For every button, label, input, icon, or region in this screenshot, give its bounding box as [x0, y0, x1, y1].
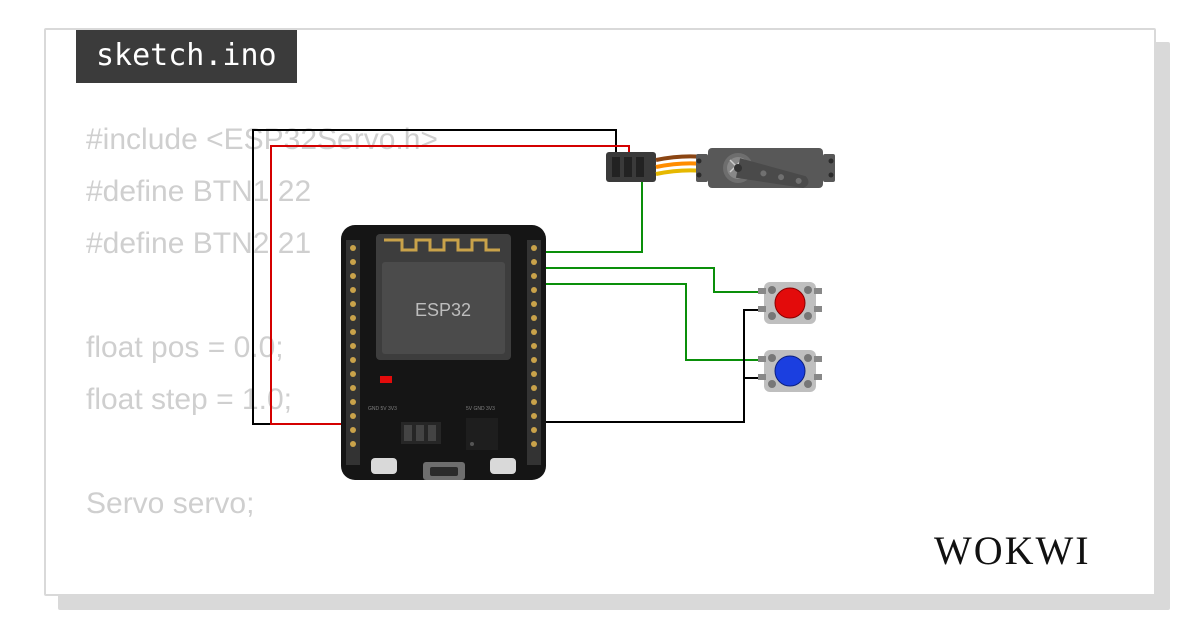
wokwi-logo: WOKWI: [934, 526, 1124, 576]
servo-connector: [606, 152, 711, 182]
pins-right: [531, 245, 537, 447]
preview-card: sketch.ino #include <ESP32Servo.h> #defi…: [44, 28, 1156, 596]
wire-btn-blue: [543, 284, 764, 360]
code-preview: #include <ESP32Servo.h> #define BTN1 22 …: [86, 114, 438, 596]
tab-filename[interactable]: sketch.ino: [76, 28, 297, 83]
servo-motor: [696, 148, 835, 193]
wire-sig-servo: [543, 153, 642, 252]
wire-btn-red: [543, 268, 764, 292]
svg-text:5V GND 3V3: 5V GND 3V3: [466, 406, 495, 412]
push-button-red[interactable]: [758, 282, 822, 324]
wire-gnd-buttons: [541, 310, 764, 422]
push-button-blue[interactable]: [758, 350, 822, 392]
svg-text:WOKWI: WOKWI: [934, 528, 1091, 573]
